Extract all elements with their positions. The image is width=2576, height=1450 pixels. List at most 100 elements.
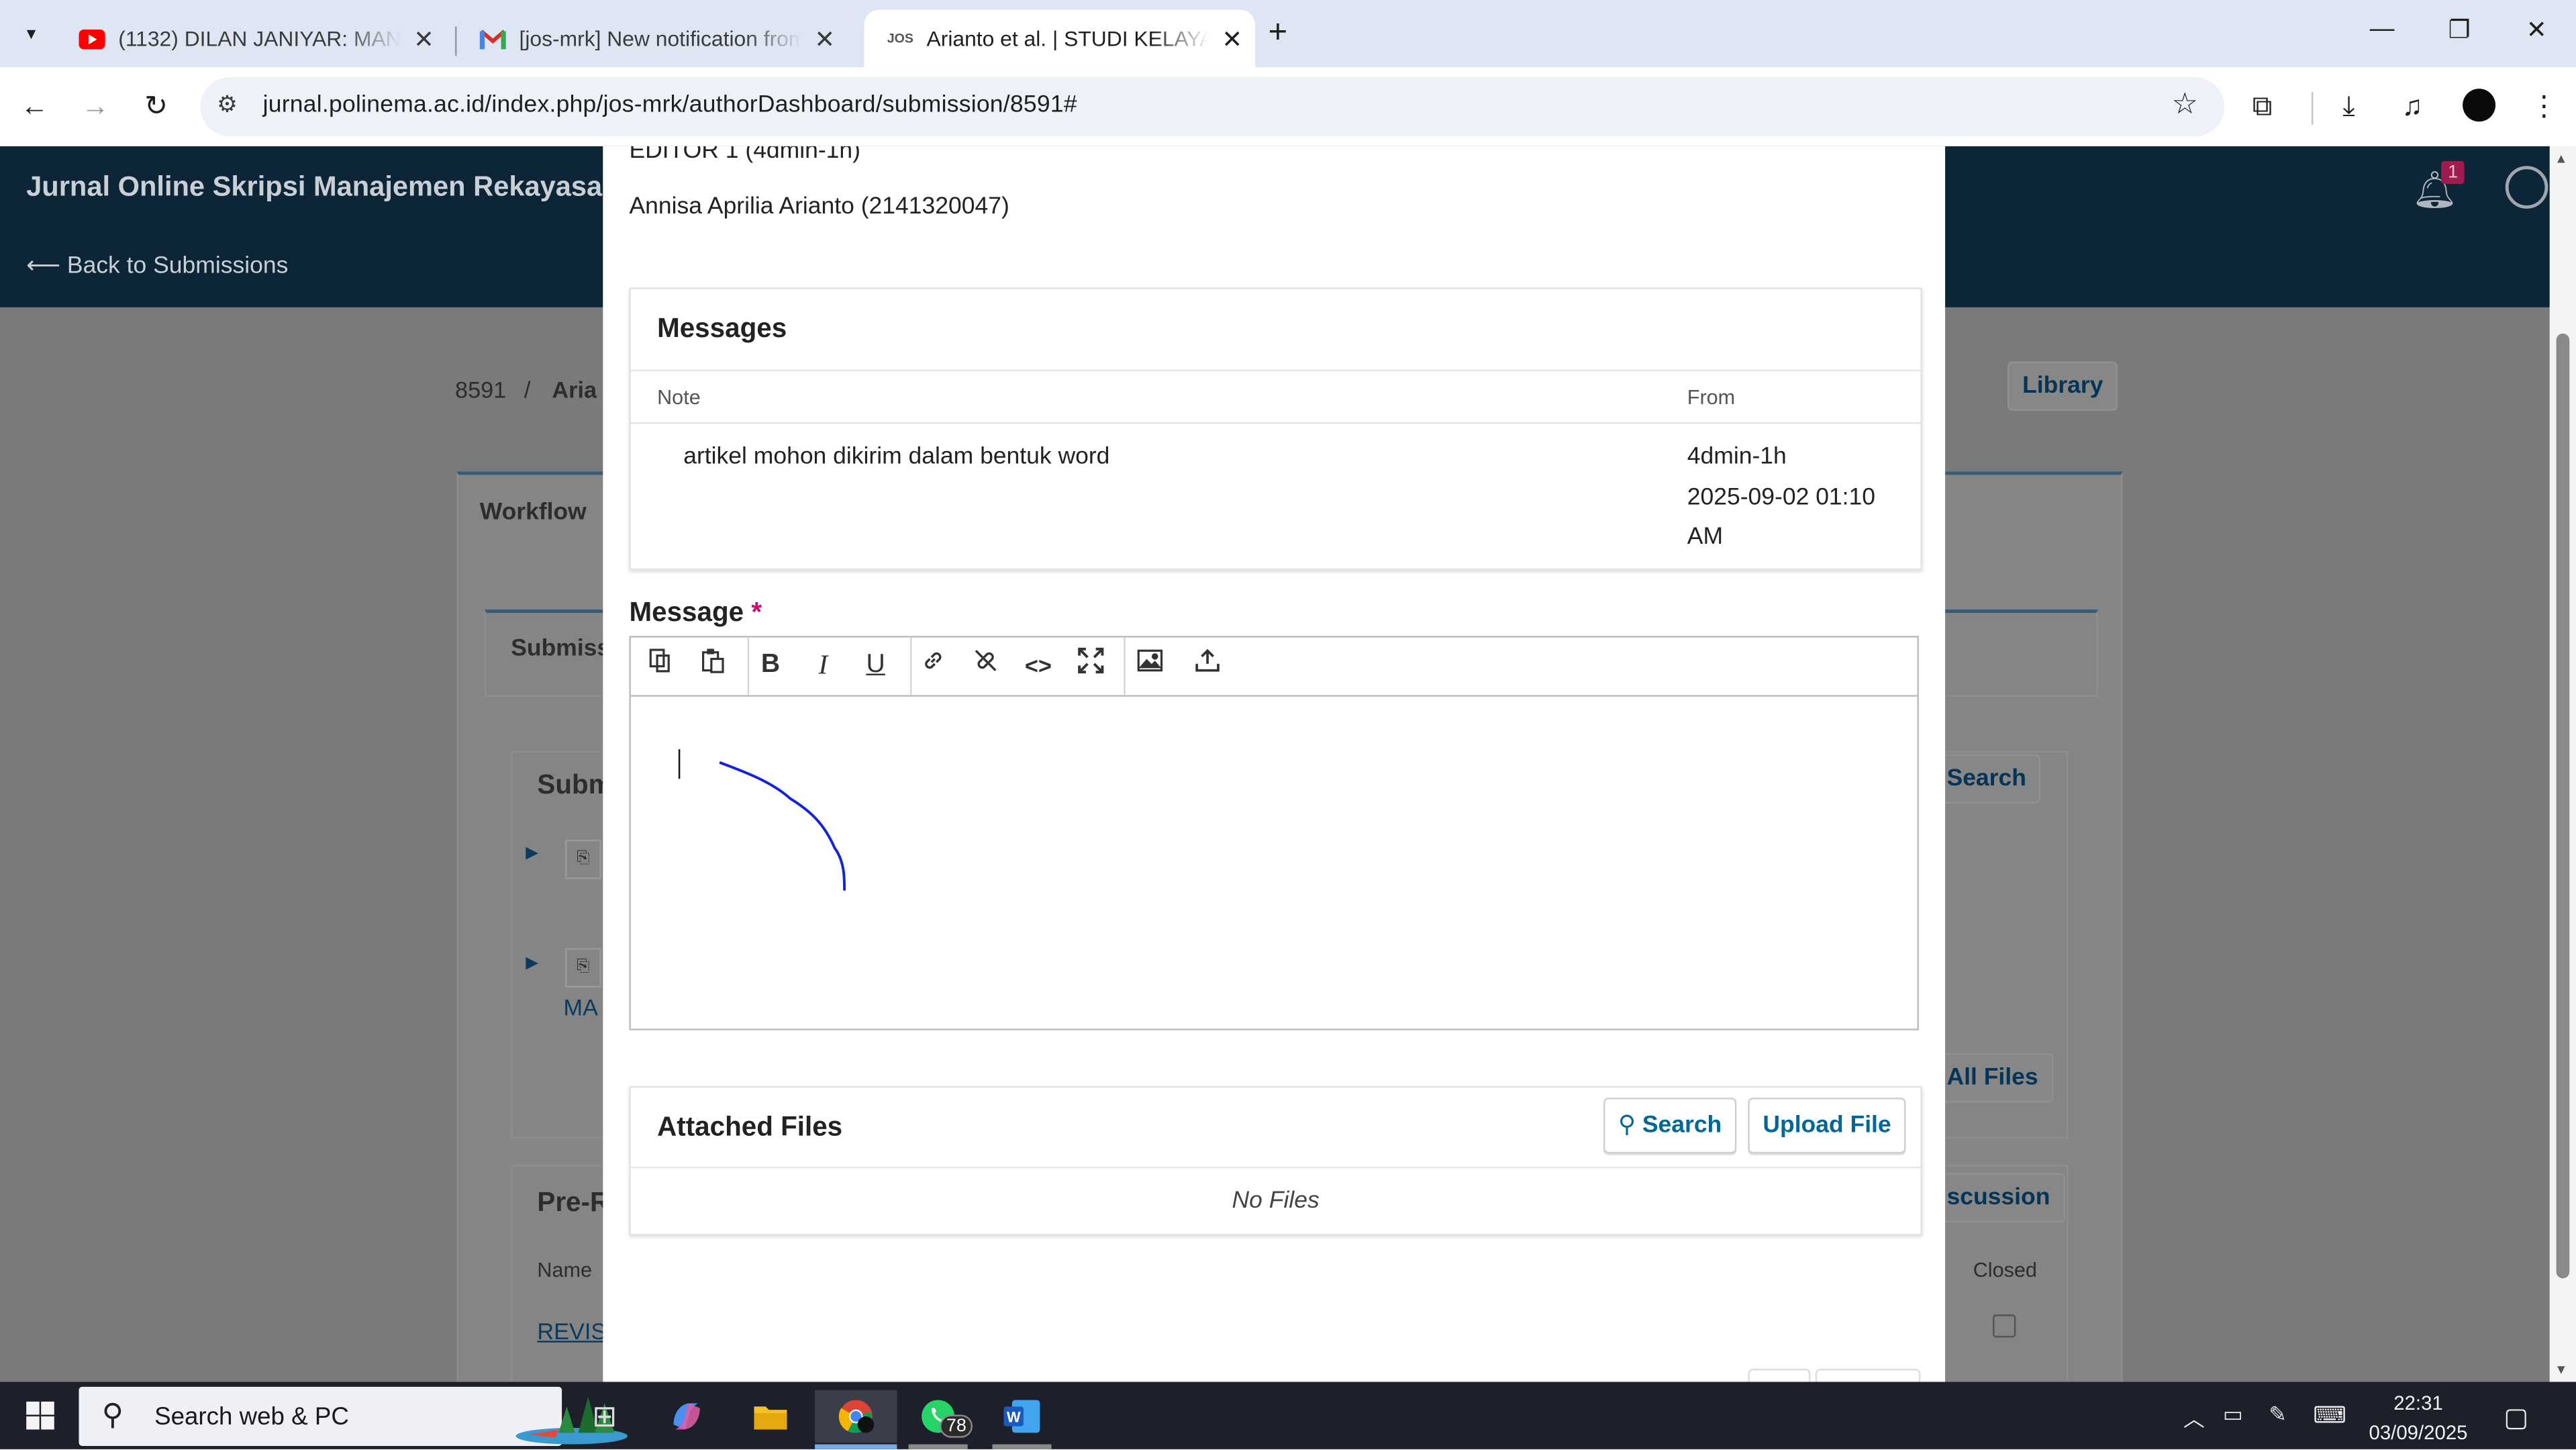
closed-checkbox[interactable] (1993, 1314, 2016, 1338)
link-icon[interactable] (913, 647, 953, 683)
fullscreen-icon[interactable] (1071, 647, 1111, 683)
close-icon[interactable]: ✕ (407, 23, 440, 54)
copy-icon[interactable] (641, 647, 681, 683)
search-label: Search (1946, 765, 2026, 792)
pen-icon[interactable]: ✎ (2269, 1402, 2287, 1428)
url-text[interactable]: jurnal.polinema.ac.id/index.php/jos-mrk/… (263, 92, 1077, 118)
whatsapp-badge: 78 (940, 1414, 973, 1438)
download-icon[interactable]: ⤓ (2342, 91, 2355, 124)
scrollbar-thumb[interactable] (2556, 333, 2570, 1279)
attached-files-title: Attached Files (657, 1112, 843, 1143)
search-files-button[interactable]: ⚲ Search (1603, 1098, 1737, 1154)
message-note[interactable]: artikel mohon dikirim dalam bentuk word (683, 437, 1109, 477)
close-window-button[interactable]: ✕ (2512, 15, 2561, 44)
word-icon[interactable]: W (995, 1390, 1048, 1443)
message-editor-body[interactable] (631, 697, 1918, 1028)
taskbar-search-box[interactable]: ⚲ Search web & PC (79, 1386, 628, 1446)
menu-icon[interactable]: ⋮ (2530, 91, 2558, 124)
view-all-files-button[interactable]: All Files (1932, 1053, 2053, 1103)
task-view-icon[interactable]: ⊞ (579, 1390, 631, 1443)
upload-file-button[interactable]: Upload File (1748, 1098, 1906, 1154)
file-explorer-icon[interactable] (744, 1390, 797, 1443)
copilot-icon[interactable] (660, 1390, 713, 1443)
upload-icon[interactable] (1188, 647, 1228, 683)
pdf-file-icon: ⎘ (565, 839, 601, 879)
editor-toolbar: B I U <> (630, 637, 1918, 697)
back-button[interactable]: ← (15, 87, 54, 127)
code-icon[interactable]: <> (1019, 647, 1058, 683)
message-editor[interactable]: B I U <> (629, 636, 1919, 1030)
browser-toolbar: ← → ↻ ⚙ jurnal.polinema.ac.id/index.php/… (0, 67, 2576, 148)
chevron-up-icon[interactable]: ︿ (2183, 1402, 2205, 1433)
attached-files-card: Attached Files ⚲ Search Upload File No F… (629, 1085, 1922, 1236)
search-icon: ⚲ (1618, 1112, 1636, 1139)
participant-editor: EDITOR 1 (4dmin-1h) (629, 146, 860, 164)
notification-center-icon[interactable]: ▢ (2504, 1402, 2528, 1435)
column-closed: Closed (1973, 1258, 2037, 1282)
restore-button[interactable]: ❐ (2434, 15, 2483, 44)
site-title[interactable]: Jurnal Online Skripsi Manajemen Rekayasa (26, 171, 602, 204)
clock-date: 03/09/2025 (2369, 1421, 2468, 1445)
message-from-user: 4dmin-1h (1687, 443, 1787, 471)
image-icon[interactable] (1130, 647, 1170, 683)
unlink-icon[interactable] (966, 647, 1005, 683)
message-from-time: AM (1687, 524, 1724, 550)
browser-tab-gmail[interactable]: [jos-mrk] New notification from ✕ (456, 10, 850, 68)
close-icon[interactable]: ✕ (1216, 23, 1248, 54)
extensions-icon[interactable]: ⧉ (2252, 91, 2273, 124)
profile-avatar[interactable] (2463, 89, 2496, 122)
search-label: Search (1642, 1112, 1722, 1139)
discussion-link[interactable]: REVISI (537, 1318, 612, 1344)
back-to-submissions-link[interactable]: ⟵ Back to Submissions (26, 253, 288, 279)
search-icon: ⚲ (101, 1398, 124, 1431)
system-clock[interactable]: 22:31 03/09/2025 (2366, 1388, 2471, 1447)
tab-title: [jos-mrk] New notification from (519, 26, 802, 51)
user-account-icon[interactable] (2505, 166, 2548, 209)
prereview-title: Pre-R (537, 1188, 610, 1218)
reload-button[interactable]: ↻ (136, 87, 176, 127)
tab-title: (1132) DILAN JANIYAR: MANTAN (118, 26, 401, 51)
column-from: From (1687, 386, 1736, 409)
notification-badge: 1 (2441, 160, 2465, 185)
participant-author: Annisa Aprilia Arianto (2141320047) (629, 193, 1009, 220)
search-button[interactable]: Search (1932, 754, 2041, 804)
minimize-button[interactable]: — (2357, 15, 2406, 43)
all-files-label: All Files (1946, 1065, 2038, 1092)
expand-icon[interactable]: ▶ (526, 955, 538, 973)
breadcrumb-id: 8591 (455, 376, 507, 403)
keyboard-icon[interactable]: ⌨ (2313, 1402, 2346, 1430)
svg-text:W: W (1007, 1408, 1021, 1425)
browser-tab-youtube[interactable]: (1132) DILAN JANIYAR: MANTAN ✕ (56, 10, 450, 68)
required-mark: * (751, 597, 762, 628)
windows-start-icon[interactable] (26, 1401, 54, 1430)
tab-workflow[interactable]: Workflow (480, 499, 587, 526)
media-control-icon[interactable]: ♫ (2402, 91, 2423, 124)
tab-submission[interactable]: Submiss (511, 636, 610, 662)
scroll-down-icon[interactable]: ▼ (2555, 1362, 2567, 1377)
tab-search-button[interactable]: ▾ (13, 15, 50, 51)
chrome-icon[interactable] (815, 1390, 897, 1443)
bold-icon[interactable]: B (751, 647, 791, 683)
address-bar[interactable]: ⚙ jurnal.polinema.ac.id/index.php/jos-mr… (200, 77, 2225, 137)
forward-button[interactable]: → (76, 87, 115, 127)
pen-annotation (719, 761, 846, 891)
site-info-icon[interactable]: ⚙ (217, 91, 238, 119)
taskbar-search-text[interactable]: Search web & PC (154, 1403, 349, 1431)
scroll-up-icon[interactable]: ▲ (2555, 151, 2567, 166)
file-link[interactable]: MA (564, 994, 598, 1020)
browser-tab-jurnal[interactable]: JOS Arianto et al. | STUDI KELAYAKAN ✕ (864, 9, 1256, 68)
battery-icon[interactable]: ▭ (2223, 1402, 2243, 1428)
expand-icon[interactable]: ▶ (526, 844, 538, 863)
column-name: Name (537, 1258, 593, 1282)
star-icon[interactable]: ☆ (2172, 87, 2199, 122)
browser-tab-bar: ▾ (1132) DILAN JANIYAR: MANTAN ✕ [jos-mr… (0, 0, 2576, 68)
column-note: Note (657, 386, 701, 409)
add-discussion-button[interactable]: scussion (1932, 1173, 2065, 1223)
new-tab-button[interactable]: + (1269, 15, 1288, 52)
paste-icon[interactable] (693, 647, 733, 683)
messages-title: Messages (657, 313, 787, 344)
close-icon[interactable]: ✕ (808, 23, 841, 54)
underline-icon[interactable]: U (856, 647, 895, 683)
library-button[interactable]: Library (2008, 361, 2118, 411)
italic-icon[interactable]: I (803, 647, 843, 683)
